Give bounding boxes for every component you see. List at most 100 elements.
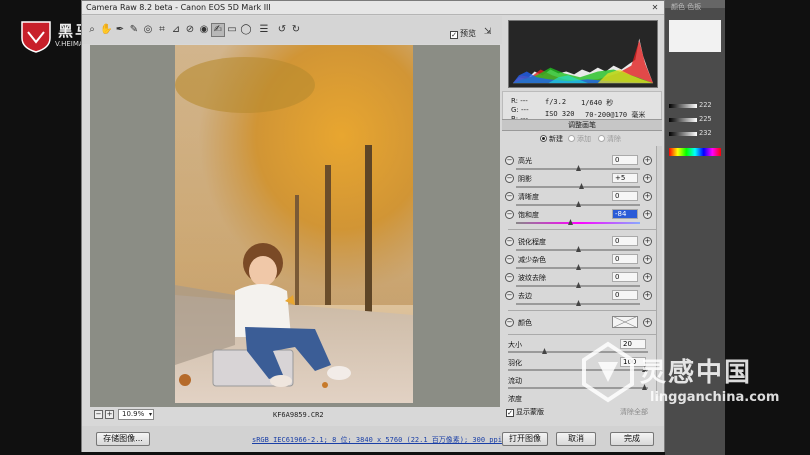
plus-icon[interactable]: + — [643, 318, 652, 327]
zoom-icon[interactable]: ⌕ — [86, 24, 98, 36]
red-value: 222 — [699, 101, 712, 109]
g-label: G: --- — [511, 106, 529, 114]
close-icon[interactable]: ✕ — [649, 2, 661, 13]
rotate-right-icon[interactable]: ↻ — [290, 24, 302, 36]
slider-track[interactable] — [516, 186, 640, 188]
slider-moire-reduction[interactable]: − 波纹去除 0 + — [502, 271, 662, 289]
minus-icon[interactable]: − — [505, 273, 514, 282]
green-slider[interactable] — [669, 118, 697, 122]
minus-icon[interactable]: − — [505, 210, 514, 219]
tool-bar: ⌕ ✋ ✒ ✎ ◎ ⌗ ⊿ ⊘ ◉ ✍ ▭ ◯ ☰ ↺ ↻ — [82, 16, 502, 44]
plus-icon[interactable]: + — [643, 255, 652, 264]
crop-icon[interactable]: ⌗ — [156, 24, 168, 36]
white-balance-icon[interactable]: ✒ — [114, 24, 126, 36]
preferences-icon[interactable]: ☰ — [258, 24, 270, 36]
mode-new-radio[interactable]: 新建 — [540, 134, 563, 144]
plus-icon[interactable]: + — [643, 273, 652, 282]
color-sampler-icon[interactable]: ✎ — [128, 24, 140, 36]
slider-highlights[interactable]: − 高光 0 + — [502, 154, 662, 172]
fullscreen-icon[interactable]: ⇲ — [484, 27, 496, 38]
slider-value[interactable]: 0 — [612, 191, 638, 201]
slider-value[interactable]: -84 — [612, 209, 638, 219]
minus-icon[interactable]: − — [505, 192, 514, 201]
image-canvas[interactable] — [90, 45, 500, 407]
zoom-out-button[interactable]: − — [94, 410, 103, 419]
panel-blank-area — [669, 20, 721, 52]
watermark-chinese-text: 灵感中国 — [640, 358, 753, 388]
slider-value[interactable]: 0 — [612, 155, 638, 165]
green-value: 225 — [699, 115, 712, 123]
slider-noise-reduction[interactable]: − 减少杂色 0 + — [502, 253, 662, 271]
minus-icon[interactable]: − — [505, 174, 514, 183]
photo-preview — [175, 45, 413, 403]
minus-icon[interactable]: − — [505, 291, 514, 300]
plus-icon[interactable]: + — [643, 156, 652, 165]
plus-icon[interactable]: + — [643, 174, 652, 183]
aperture-value: f/3.2 — [545, 98, 567, 106]
workflow-options-link[interactable]: sRGB IEC61966-2.1; 8 位; 3840 x 5760 (22.… — [252, 435, 502, 445]
slider-label: 阴影 — [518, 175, 532, 183]
mode-clear-radio[interactable]: 清除 — [598, 134, 621, 144]
minus-icon[interactable]: − — [505, 255, 514, 264]
graduated-filter-icon[interactable]: ▭ — [226, 24, 238, 36]
slider-defringe[interactable]: − 去边 0 + — [502, 289, 662, 307]
brush-density-label: 浓度 — [508, 395, 522, 403]
minus-icon[interactable]: − — [505, 156, 514, 165]
blue-value: 232 — [699, 129, 712, 137]
slider-clarity[interactable]: − 清晰度 0 + — [502, 190, 662, 208]
adjustment-brush-icon[interactable]: ✍ — [211, 23, 225, 37]
red-slider[interactable] — [669, 104, 697, 108]
camera-raw-window: Camera Raw 8.2 beta - Canon EOS 5D Mark … — [81, 0, 665, 452]
slider-label: 波纹去除 — [518, 274, 546, 282]
save-image-button[interactable]: 存储图像... — [96, 432, 150, 446]
preview-checkbox[interactable]: ✓ 预览 — [450, 28, 476, 39]
title-bar: Camera Raw 8.2 beta - Canon EOS 5D Mark … — [82, 1, 664, 15]
rotate-left-icon[interactable]: ↺ — [276, 24, 288, 36]
slider-saturation[interactable]: − 饱和度 -84 + — [502, 208, 662, 226]
cancel-button[interactable]: 取消 — [556, 432, 596, 446]
plus-icon[interactable]: + — [643, 291, 652, 300]
target-adjust-icon[interactable]: ◎ — [142, 24, 154, 36]
slider-value[interactable]: 0 — [612, 254, 638, 264]
minus-icon[interactable]: − — [505, 318, 514, 327]
slider-sharpness[interactable]: − 锐化程度 0 + — [502, 235, 662, 253]
spot-removal-icon[interactable]: ⊘ — [184, 24, 196, 36]
divider — [508, 310, 656, 311]
mode-add-radio[interactable]: 添加 — [568, 134, 591, 144]
zoom-in-button[interactable]: + — [105, 410, 114, 419]
slider-shadows[interactable]: − 阴影 +5 + — [502, 172, 662, 190]
histogram — [508, 20, 658, 88]
zoom-select[interactable]: 10.9% ▾ — [118, 409, 154, 420]
straighten-icon[interactable]: ⊿ — [170, 24, 182, 36]
slider-value[interactable]: 0 — [612, 236, 638, 246]
divider — [508, 229, 656, 230]
panel-tab-label: 颜色 色板 — [671, 3, 702, 11]
watermark-url: lingganchina.com — [650, 390, 780, 405]
iso-value: ISO 320 — [545, 110, 575, 118]
slider-value[interactable]: 0 — [612, 290, 638, 300]
red-eye-icon[interactable]: ◉ — [198, 24, 210, 36]
plus-icon[interactable]: + — [643, 237, 652, 246]
open-image-button[interactable]: 打开图像 — [502, 432, 548, 446]
preview-check-icon[interactable]: ✓ — [450, 31, 458, 39]
done-button[interactable]: 完成 — [610, 432, 654, 446]
show-mask-checkbox[interactable]: ✓ 显示蒙版 — [506, 407, 544, 417]
bottom-action-bar: 存储图像... sRGB IEC61966-2.1; 8 位; 3840 x 5… — [82, 426, 664, 452]
brush-flow-label: 流动 — [508, 377, 522, 385]
brush-mode-group: 新建 添加 清除 — [502, 132, 662, 146]
status-bar: − + 10.9% ▾ KF6A9859.CR2 — [90, 408, 500, 422]
hand-icon[interactable]: ✋ — [100, 24, 112, 36]
plus-icon[interactable]: + — [643, 192, 652, 201]
slider-value[interactable]: 0 — [612, 272, 638, 282]
slider-value[interactable]: +5 — [612, 173, 638, 183]
color-swatch[interactable] — [612, 316, 638, 328]
show-mask-check-icon[interactable]: ✓ — [506, 409, 514, 417]
brush-size-label: 大小 — [508, 341, 522, 349]
slider-track[interactable] — [516, 222, 640, 224]
plus-icon[interactable]: + — [643, 210, 652, 219]
blue-slider[interactable] — [669, 132, 697, 136]
shutter-value: 1/640 秒 — [581, 99, 614, 107]
radial-filter-icon[interactable]: ◯ — [240, 24, 252, 36]
minus-icon[interactable]: − — [505, 237, 514, 246]
color-spectrum-bar[interactable] — [669, 148, 721, 156]
